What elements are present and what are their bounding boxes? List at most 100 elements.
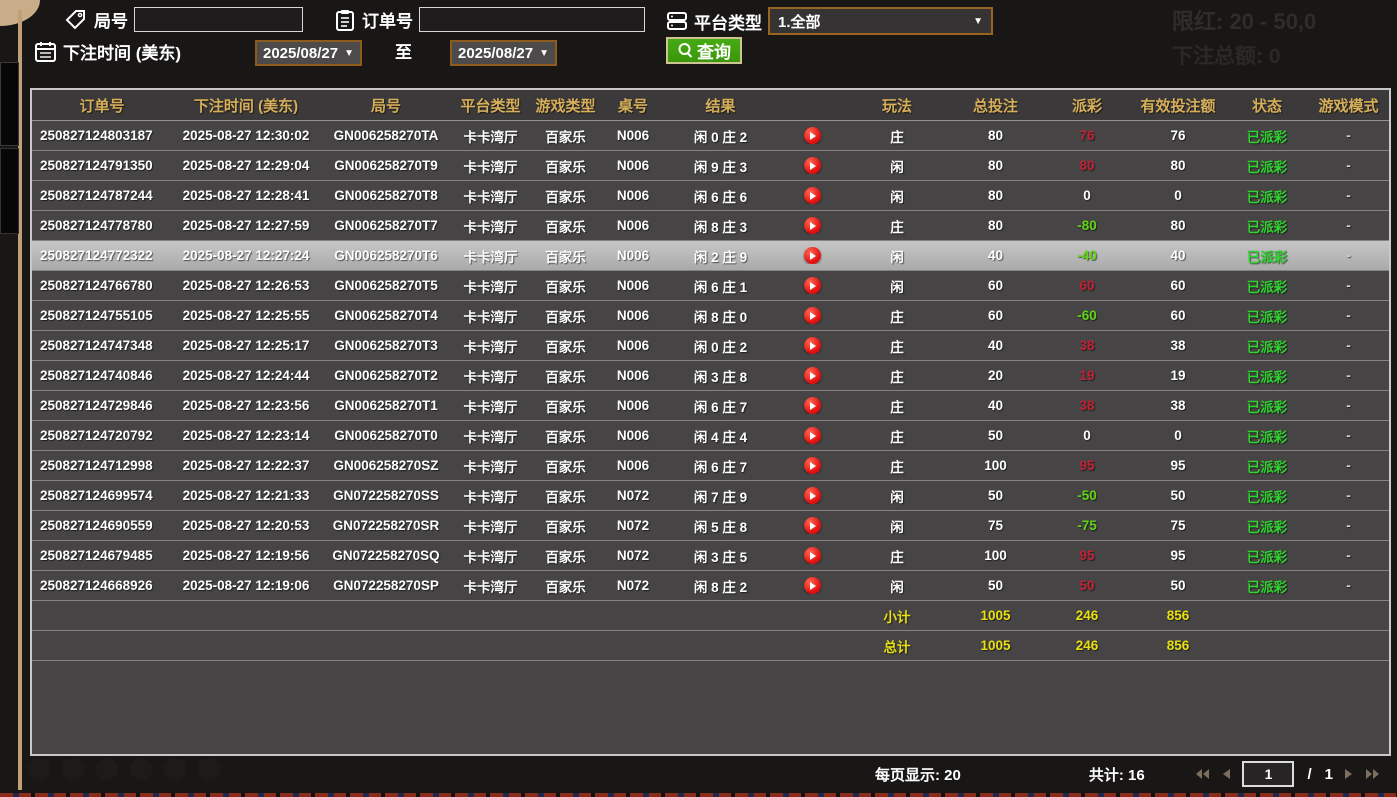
column-header[interactable]: 平台类型	[452, 95, 529, 116]
date-from-picker[interactable]: 2025/08/27 ▼	[255, 40, 362, 66]
table-row[interactable]: 2508271247551052025-08-27 12:25:55GN0062…	[32, 301, 1389, 331]
cell-table-no: N006	[602, 428, 664, 443]
table-row[interactable]: 2508271246689262025-08-27 12:19:06GN0722…	[32, 571, 1389, 601]
table-row[interactable]: 2508271247667802025-08-27 12:26:53GN0062…	[32, 271, 1389, 301]
play-video-icon[interactable]	[804, 337, 821, 354]
cell-payout: 80	[1044, 158, 1130, 173]
cell-order-no: 250827124747348	[32, 338, 172, 353]
table-row[interactable]: 2508271246995742025-08-27 12:21:33GN0722…	[32, 481, 1389, 511]
cell-valid-bet: 38	[1130, 398, 1226, 413]
play-video-icon[interactable]	[804, 127, 821, 144]
bet-records-table: 订单号下注时间 (美东)局号平台类型游戏类型桌号结果 玩法总投注派彩有效投注额状态…	[30, 88, 1391, 756]
cell-total-bet: 40	[947, 248, 1044, 263]
play-video-icon[interactable]	[804, 547, 821, 564]
last-page-icon[interactable]	[1365, 768, 1381, 780]
cell-bet-time: 2025-08-27 12:19:06	[172, 578, 320, 593]
column-header[interactable]: 游戏模式	[1308, 95, 1389, 116]
table-row[interactable]: 2508271247298462025-08-27 12:23:56GN0062…	[32, 391, 1389, 421]
cell-total-bet: 100	[947, 548, 1044, 563]
cell-game-mode: -	[1308, 248, 1389, 263]
cell-platform: 卡卡湾厅	[452, 216, 529, 236]
order-no-label: 订单号	[362, 7, 413, 32]
play-video-icon[interactable]	[804, 457, 821, 474]
play-video-icon[interactable]	[804, 427, 821, 444]
cell-table-no: N072	[602, 488, 664, 503]
cell-game-mode: -	[1308, 428, 1389, 443]
cell-order-no: 250827124679485	[32, 548, 172, 563]
cell-play-type: 闲	[847, 156, 947, 176]
cell-play-type: 庄	[847, 126, 947, 146]
cell-valid-bet: 60	[1130, 308, 1226, 323]
play-video-icon[interactable]	[804, 577, 821, 594]
table-row[interactable]: 2508271247408462025-08-27 12:24:44GN0062…	[32, 361, 1389, 391]
table-row[interactable]: 2508271247913502025-08-27 12:29:04GN0062…	[32, 151, 1389, 181]
cell-order-no: 250827124712998	[32, 458, 172, 473]
next-page-icon[interactable]	[1344, 768, 1354, 780]
table-row[interactable]: 2508271247473482025-08-27 12:25:17GN0062…	[32, 331, 1389, 361]
cell-total-bet: 80	[947, 128, 1044, 143]
cell-result: 闲 6 庄 7	[664, 456, 777, 476]
table-row[interactable]: 2508271246905592025-08-27 12:20:53GN0722…	[32, 511, 1389, 541]
play-video-icon[interactable]	[804, 247, 821, 264]
column-header[interactable]: 局号	[320, 95, 452, 116]
play-video-icon[interactable]	[804, 397, 821, 414]
cell-order-no: 250827124791350	[32, 158, 172, 173]
table-row[interactable]: 2508271247787802025-08-27 12:27:59GN0062…	[32, 211, 1389, 241]
prev-page-icon[interactable]	[1221, 768, 1231, 780]
page-number-input[interactable]	[1242, 761, 1294, 787]
play-video-icon[interactable]	[804, 187, 821, 204]
column-header[interactable]: 桌号	[602, 95, 664, 116]
order-no-input[interactable]	[419, 7, 645, 32]
cell-payout: 0	[1044, 188, 1130, 203]
search-button[interactable]: 查询	[666, 37, 742, 64]
date-to-picker[interactable]: 2025/08/27 ▼	[450, 40, 557, 66]
cell-play-type: 庄	[847, 216, 947, 236]
column-header[interactable]: 派彩	[1044, 95, 1130, 116]
column-header[interactable]: 有效投注额	[1130, 95, 1226, 116]
page-separator: /	[1307, 766, 1311, 783]
column-header[interactable]: 结果	[664, 95, 777, 116]
play-video-icon[interactable]	[804, 277, 821, 294]
total-pages-label: 1	[1325, 766, 1333, 783]
cell-platform: 卡卡湾厅	[452, 336, 529, 356]
column-header[interactable]: 游戏类型	[529, 95, 602, 116]
cell-game-mode: -	[1308, 308, 1389, 323]
cell-status: 已派彩	[1226, 186, 1308, 206]
column-header[interactable]: 下注时间 (美东)	[172, 95, 320, 116]
cell-order-no: 250827124766780	[32, 278, 172, 293]
cell-bet-time: 2025-08-27 12:30:02	[172, 128, 320, 143]
table-row[interactable]: 2508271246794852025-08-27 12:19:56GN0722…	[32, 541, 1389, 571]
play-video-icon[interactable]	[804, 517, 821, 534]
cell-game-no: GN006258270T2	[320, 368, 452, 383]
cell-total-bet: 40	[947, 338, 1044, 353]
table-row[interactable]: 2508271247872442025-08-27 12:28:41GN0062…	[32, 181, 1389, 211]
column-header[interactable]: 总投注	[947, 95, 1044, 116]
cell-order-no: 250827124729846	[32, 398, 172, 413]
platform-type-select[interactable]: 1.全部 ▼	[768, 7, 993, 35]
play-triangle	[810, 342, 816, 350]
table-row[interactable]: 2508271248031872025-08-27 12:30:02GN0062…	[32, 121, 1389, 151]
table-row[interactable]: 2508271247129982025-08-27 12:22:37GN0062…	[32, 451, 1389, 481]
cell-valid-bet: 50	[1130, 578, 1226, 593]
cell-game-mode: -	[1308, 188, 1389, 203]
cell-payout: 95	[1044, 548, 1130, 563]
column-header[interactable]: 状态	[1226, 95, 1308, 116]
play-video-icon[interactable]	[804, 217, 821, 234]
first-page-icon[interactable]	[1194, 768, 1210, 780]
grand-total-row-payout: 246	[1044, 638, 1130, 653]
table-row[interactable]: 2508271247207922025-08-27 12:23:14GN0062…	[32, 421, 1389, 451]
play-video-icon[interactable]	[804, 487, 821, 504]
cell-play-type: 庄	[847, 336, 947, 356]
play-video-icon[interactable]	[804, 307, 821, 324]
game-no-input[interactable]	[134, 7, 303, 32]
cell-game-no: GN072258270SR	[320, 518, 452, 533]
table-row[interactable]: 2508271247723222025-08-27 12:27:24GN0062…	[32, 241, 1389, 271]
play-video-icon[interactable]	[804, 367, 821, 384]
cell-play-type: 庄	[847, 306, 947, 326]
play-video-icon[interactable]	[804, 157, 821, 174]
subtotal-row-total-bet: 1005	[947, 608, 1044, 623]
column-header[interactable]: 订单号	[32, 95, 172, 116]
cell-game-type: 百家乐	[529, 216, 602, 236]
column-header[interactable]: 玩法	[847, 95, 947, 116]
cell-status: 已派彩	[1226, 276, 1308, 296]
